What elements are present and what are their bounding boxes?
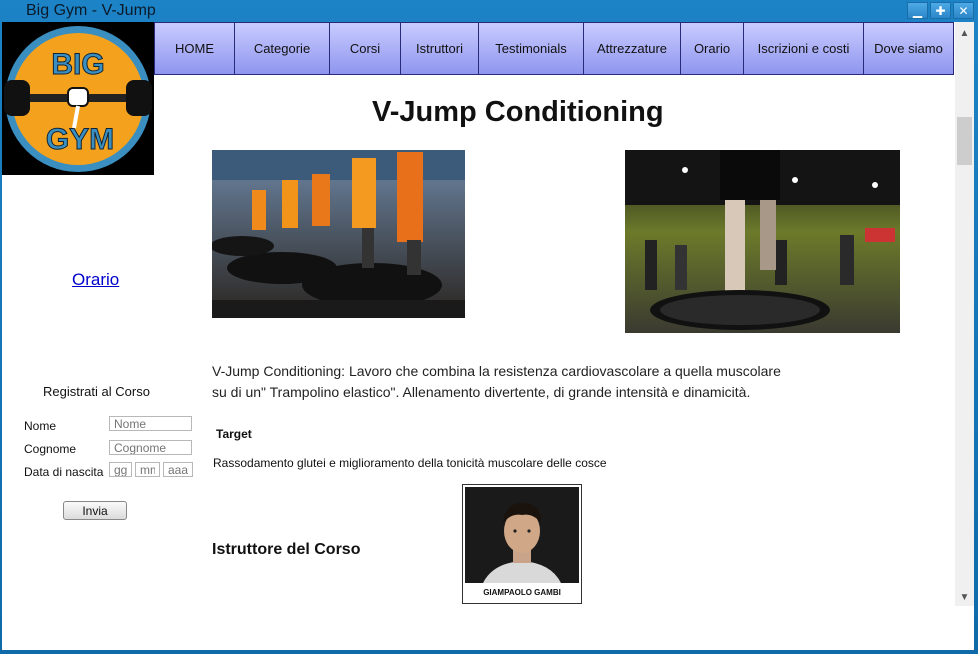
logo-text-bottom: GYM <box>46 123 114 156</box>
instructor-photo: GIAMPAOLO GAMBI <box>462 484 582 604</box>
cognome-field[interactable] <box>109 440 192 455</box>
cognome-label: Cognome <box>24 442 77 456</box>
close-icon: ✕ <box>958 3 969 18</box>
close-button[interactable]: ✕ <box>953 2 974 19</box>
scrollbar-thumb[interactable] <box>957 117 972 165</box>
orario-link[interactable]: Orario <box>72 270 119 290</box>
course-description: V-Jump Conditioning: Lavoro che combina … <box>212 361 802 403</box>
window-title: Big Gym - V-Jump <box>26 2 156 19</box>
trampoline-gym-photo <box>625 150 900 333</box>
nav-item-corsi[interactable]: Corsi <box>330 22 401 75</box>
main-nav: HOME Categorie Corsi Istruttori Testimonials… <box>154 22 954 77</box>
day-field[interactable] <box>109 462 132 477</box>
minimize-button[interactable]: ▁ <box>907 2 928 19</box>
nav-item-attrezzature[interactable]: Attrezzature <box>584 22 681 75</box>
page-title: V-Jump Conditioning <box>372 96 664 128</box>
instructor-heading: Istruttore del Corso <box>212 541 361 558</box>
month-field[interactable] <box>135 462 160 477</box>
submit-button[interactable]: Invia <box>63 501 127 520</box>
plus-icon: ✚ <box>935 3 946 18</box>
nome-field[interactable] <box>109 416 192 431</box>
description-line-2: su di un" Trampolino elastico". Allename… <box>212 384 751 400</box>
instructor-name: GIAMPAOLO GAMBI <box>483 588 561 597</box>
app-window: Big Gym - V-Jump ▁ ✚ ✕ BIG GYM HOME Categ… <box>0 0 978 654</box>
maximize-button[interactable]: ✚ <box>930 2 951 19</box>
year-field[interactable] <box>163 462 193 477</box>
nome-label: Nome <box>24 419 57 433</box>
target-text: Rassodamento glutei e miglioramento dell… <box>213 456 607 470</box>
form-title: Registrati al Corso <box>43 384 150 399</box>
scroll-down-icon[interactable]: ▼ <box>955 588 974 606</box>
nav-item-orario[interactable]: Orario <box>681 22 744 75</box>
nav-item-iscrizioni-e-costi[interactable]: Iscrizioni e costi <box>744 22 864 75</box>
big-gym-logo[interactable]: BIG GYM <box>2 22 154 175</box>
minimize-icon: ▁ <box>912 3 923 18</box>
nav-item-istruttori[interactable]: Istruttori <box>401 22 479 75</box>
trampoline-class-photo <box>210 150 465 318</box>
scroll-up-icon[interactable]: ▲ <box>955 24 974 42</box>
nav-item-testimonials[interactable]: Testimonials <box>479 22 584 75</box>
title-bar[interactable]: Big Gym - V-Jump ▁ ✚ ✕ <box>0 0 978 22</box>
page-content: BIG GYM HOME Categorie Corsi Istruttori Test… <box>2 22 974 650</box>
nav-item-dove-siamo[interactable]: Dove siamo <box>864 22 954 75</box>
nav-item-categorie[interactable]: Categorie <box>235 22 330 75</box>
logo-text-top: BIG <box>51 48 104 81</box>
nav-item-home[interactable]: HOME <box>154 22 235 75</box>
data-nascita-label: Data di nascita <box>24 465 104 479</box>
vertical-scrollbar[interactable]: ▲ ▼ <box>955 22 974 606</box>
target-heading: Target <box>216 427 252 441</box>
description-line-1: V-Jump Conditioning: Lavoro che combina … <box>212 363 781 379</box>
